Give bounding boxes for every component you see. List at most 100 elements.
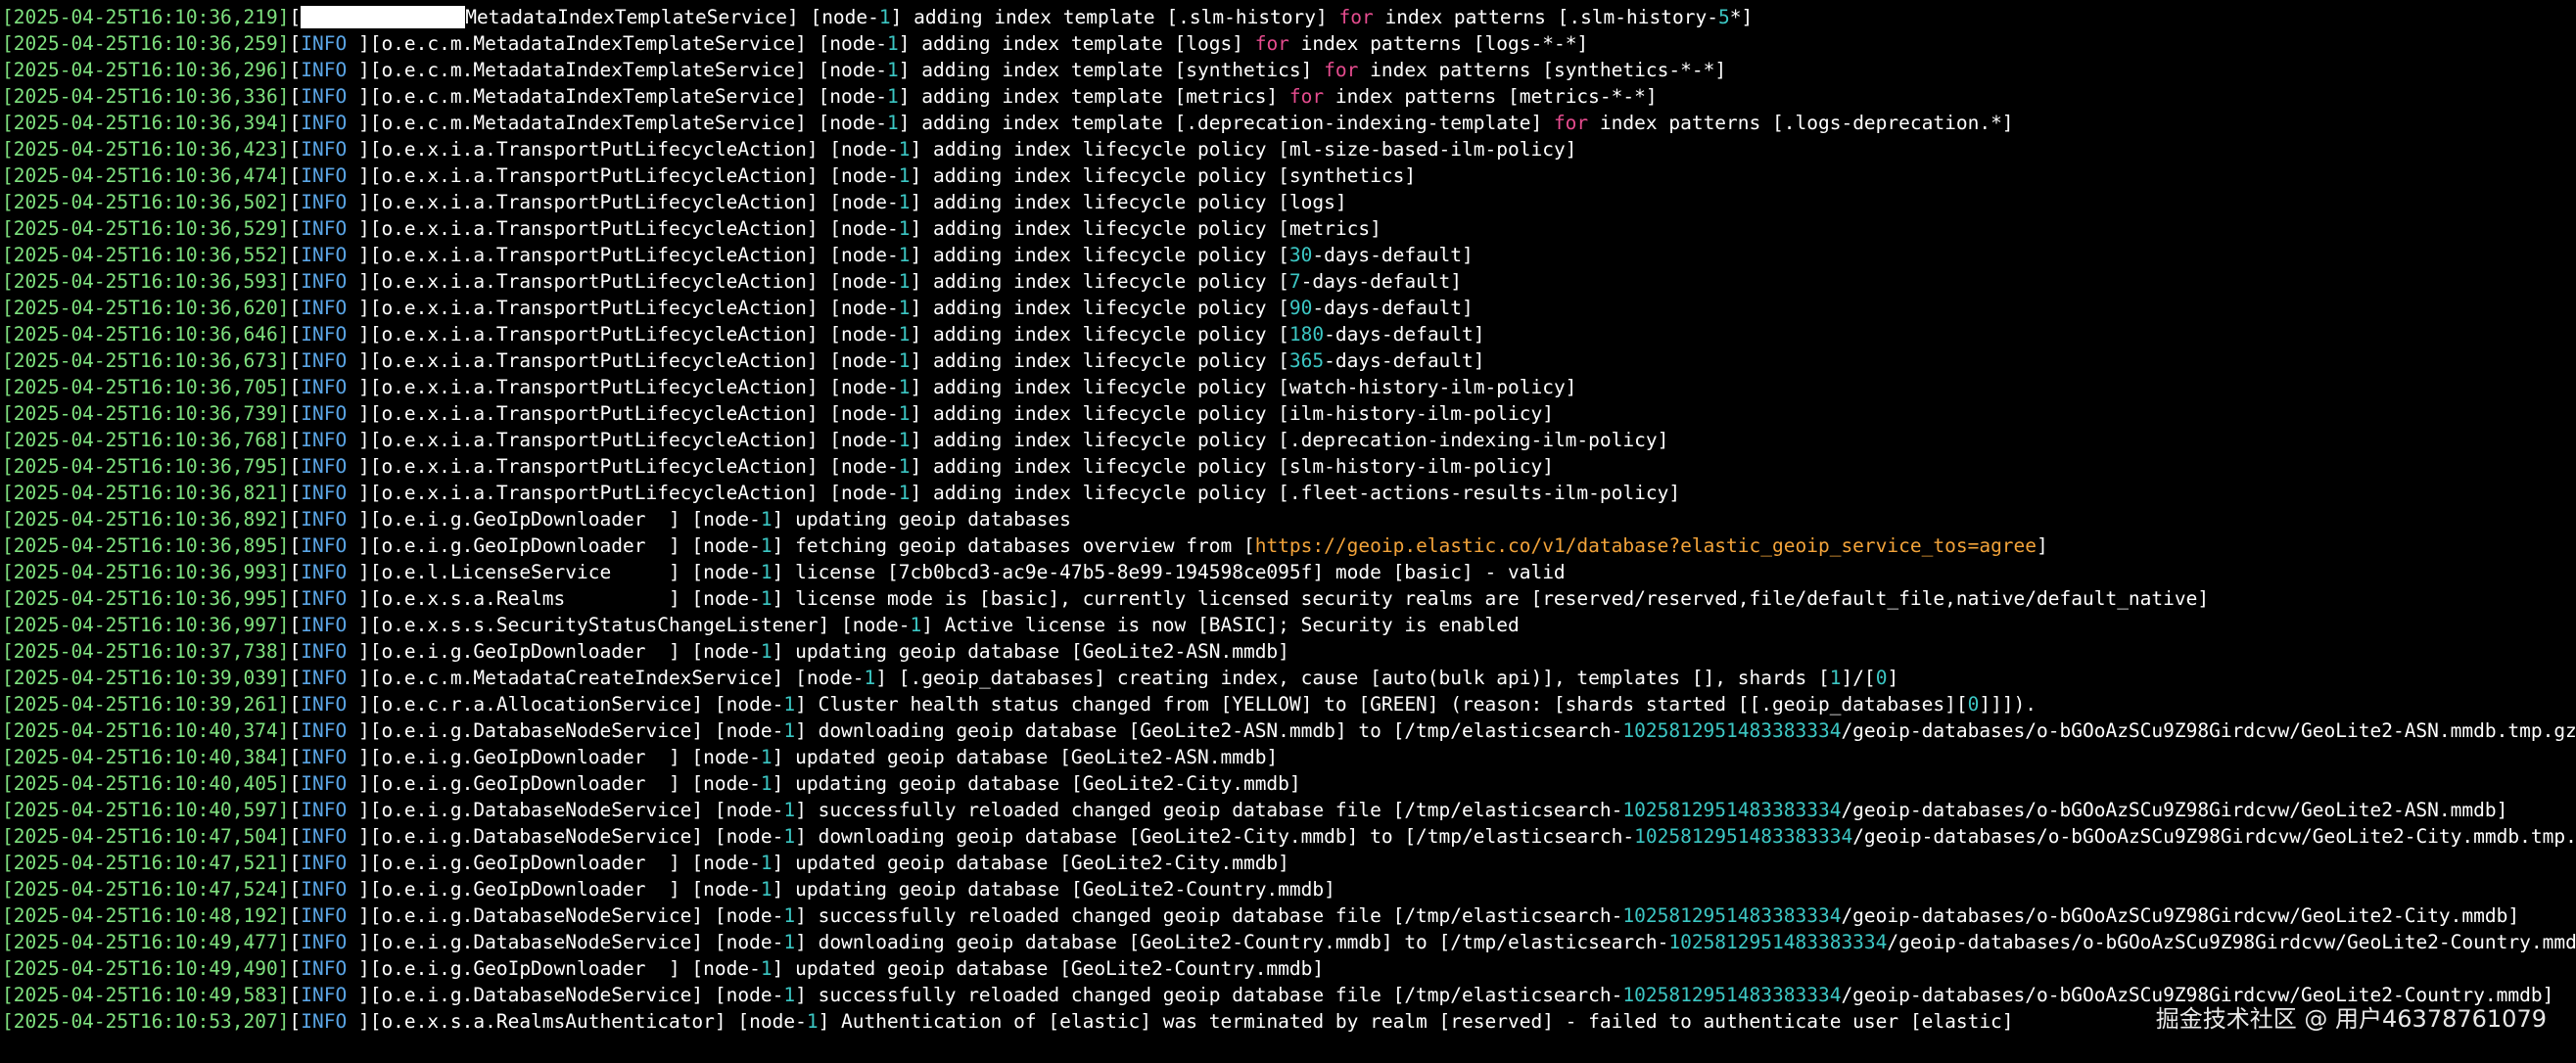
- log-number: 1: [898, 376, 911, 398]
- log-level: INFO: [301, 799, 348, 821]
- log-text: ] Active license is now [BASIC]; Securit…: [921, 614, 1520, 636]
- log-text: ] adding index template [.slm-history]: [890, 6, 1339, 28]
- log-text: ] successfully reloaded changed geoip da…: [795, 904, 1623, 927]
- log-text: ][o.e.c.m.MetadataIndexTemplateService] …: [347, 59, 887, 81]
- log-text: -days-default]: [1324, 323, 1485, 346]
- log-keyword: for: [1553, 112, 1589, 134]
- log-text: ]: [2037, 534, 2048, 557]
- log-text: [: [289, 878, 302, 901]
- log-text: ][o.e.i.g.GeoIpDownloader ] [node-: [347, 878, 761, 901]
- log-level: INFO: [301, 878, 348, 901]
- terminal-window[interactable]: [2025-04-25T16:10:36,219][MetadataIndexT…: [0, 0, 2576, 1063]
- log-line: [2025-04-25T16:10:36,993][INFO ][o.e.l.L…: [2, 559, 2576, 585]
- log-text: ] updating geoip databases: [772, 508, 1071, 531]
- log-text: ][o.e.x.s.a.Realms ] [node-: [347, 587, 761, 610]
- log-text: ] Cluster health status changed from [YE…: [795, 693, 1968, 716]
- log-timestamp: [2025-04-25T16:10:36,997]: [2, 614, 290, 636]
- log-text: ] [.geoip_databases] creating index, cau…: [875, 667, 1830, 689]
- log-timestamp: [2025-04-25T16:10:53,207]: [2, 1010, 290, 1033]
- log-timestamp: [2025-04-25T16:10:36,993]: [2, 561, 290, 583]
- log-timestamp: [2025-04-25T16:10:36,259]: [2, 32, 290, 55]
- log-text: ][o.e.i.g.DatabaseNodeService] [node-: [347, 904, 784, 927]
- log-number: 1: [898, 191, 911, 213]
- log-text: ][o.e.c.m.MetadataCreateIndexService] [n…: [347, 667, 865, 689]
- log-timestamp: [2025-04-25T16:10:36,795]: [2, 455, 290, 478]
- log-number: 1: [760, 957, 773, 980]
- log-text: [: [289, 244, 302, 266]
- log-timestamp: [2025-04-25T16:10:48,192]: [2, 904, 290, 927]
- log-number: 1025812951483383334: [1668, 931, 1888, 953]
- log-output: [2025-04-25T16:10:36,219][MetadataIndexT…: [2, 4, 2576, 1035]
- log-keyword: for: [1288, 85, 1325, 108]
- log-level: INFO: [301, 561, 348, 583]
- log-text: ] updated geoip database [GeoLite2-Count…: [772, 957, 1325, 980]
- log-line: [2025-04-25T16:10:36,997][INFO ][o.e.x.s…: [2, 612, 2576, 638]
- log-number: 0: [1875, 667, 1888, 689]
- log-text: ][o.e.x.i.a.TransportPutLifecycleAction]…: [347, 429, 899, 451]
- log-number: 1: [760, 587, 773, 610]
- log-text: -days-default]: [1312, 297, 1474, 319]
- log-text: ] updating geoip database [GeoLite2-Coun…: [772, 878, 1335, 901]
- log-level: INFO: [301, 614, 348, 636]
- log-text: [: [289, 852, 302, 874]
- log-timestamp: [2025-04-25T16:10:36,673]: [2, 349, 290, 372]
- log-number: 1: [898, 217, 911, 240]
- log-level: INFO: [301, 904, 348, 927]
- log-level: INFO: [301, 984, 348, 1006]
- log-timestamp: [2025-04-25T16:10:40,405]: [2, 772, 290, 795]
- log-line: [2025-04-25T16:10:39,261][INFO ][o.e.c.r…: [2, 691, 2576, 717]
- log-text: [: [289, 402, 302, 425]
- log-timestamp: [2025-04-25T16:10:36,895]: [2, 534, 290, 557]
- log-text: ] adding index lifecycle policy [slm-his…: [910, 455, 1554, 478]
- log-text: [: [289, 614, 302, 636]
- log-text: [: [289, 693, 302, 716]
- log-text: ] adding index lifecycle policy [ml-size…: [910, 138, 1577, 161]
- log-timestamp: [2025-04-25T16:10:40,597]: [2, 799, 290, 821]
- log-number: 1: [806, 1010, 819, 1033]
- log-text: ] updating geoip database [GeoLite2-City…: [772, 772, 1301, 795]
- log-line: [2025-04-25T16:10:36,593][INFO ][o.e.x.i…: [2, 268, 2576, 295]
- log-number: 1: [910, 614, 922, 636]
- log-text: [: [289, 376, 302, 398]
- log-text: [: [289, 984, 302, 1006]
- log-number: 1: [783, 799, 796, 821]
- log-text: ] adding index template [.deprecation-in…: [898, 112, 1554, 134]
- log-text: [: [289, 587, 302, 610]
- log-text: -days-default]: [1300, 270, 1463, 293]
- log-level: INFO: [301, 429, 348, 451]
- log-level: INFO: [301, 191, 348, 213]
- log-level: INFO: [301, 667, 348, 689]
- log-level: INFO: [301, 244, 348, 266]
- log-line: [2025-04-25T16:10:40,597][INFO ][o.e.i.g…: [2, 797, 2576, 823]
- log-line: [2025-04-25T16:10:36,739][INFO ][o.e.x.i…: [2, 400, 2576, 427]
- log-text: MetadataIndexTemplateService] [node-: [465, 6, 879, 28]
- log-level: INFO: [301, 772, 348, 795]
- log-level: INFO: [301, 719, 348, 742]
- log-text: ][o.e.c.m.MetadataIndexTemplateService] …: [347, 32, 887, 55]
- log-number: 1025812951483383334: [1622, 984, 1842, 1006]
- log-text: /geoip-databases/o-bGOoAzSCu9Z98Girdcvw/…: [1852, 825, 2576, 848]
- log-line: [2025-04-25T16:10:36,646][INFO ][o.e.x.i…: [2, 321, 2576, 347]
- log-number: 1: [783, 984, 796, 1006]
- log-line: [2025-04-25T16:10:36,895][INFO ][o.e.i.g…: [2, 532, 2576, 559]
- log-timestamp: [2025-04-25T16:10:36,336]: [2, 85, 290, 108]
- log-timestamp: [2025-04-25T16:10:36,296]: [2, 59, 290, 81]
- log-number: 1: [783, 719, 796, 742]
- log-line: [2025-04-25T16:10:36,219][MetadataIndexT…: [2, 4, 2576, 30]
- log-line: [2025-04-25T16:10:48,192][INFO ][o.e.i.g…: [2, 902, 2576, 929]
- log-level: INFO: [301, 164, 348, 187]
- log-line: [2025-04-25T16:10:49,490][INFO ][o.e.i.g…: [2, 955, 2576, 982]
- log-text: [: [289, 825, 302, 848]
- log-keyword: for: [1254, 32, 1289, 55]
- log-text: ][o.e.x.s.a.RealmsAuthenticator] [node-: [347, 1010, 807, 1033]
- log-text: [: [289, 931, 302, 953]
- log-text: [: [289, 191, 302, 213]
- log-url[interactable]: https://geoip.elastic.co/v1/database?ela…: [1255, 534, 2037, 557]
- log-number: 1: [760, 561, 773, 583]
- log-number: 1025812951483383334: [1622, 799, 1842, 821]
- log-level: INFO: [301, 508, 348, 531]
- log-text: [: [289, 349, 302, 372]
- log-level: INFO: [301, 323, 348, 346]
- log-timestamp: [2025-04-25T16:10:49,477]: [2, 931, 290, 953]
- log-timestamp: [2025-04-25T16:10:36,394]: [2, 112, 290, 134]
